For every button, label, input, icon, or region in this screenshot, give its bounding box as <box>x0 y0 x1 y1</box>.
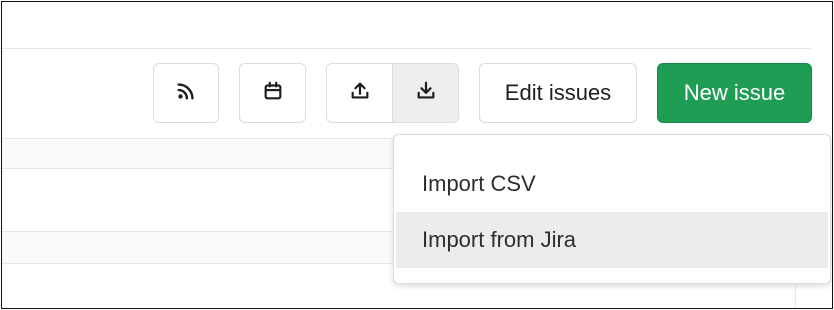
import-button[interactable] <box>392 64 458 122</box>
calendar-icon <box>262 80 284 107</box>
rss-icon <box>175 80 197 107</box>
new-issue-button[interactable]: New issue <box>657 63 812 123</box>
import-csv-menu-item[interactable]: Import CSV <box>396 156 828 212</box>
rss-feed-button[interactable] <box>153 63 219 123</box>
calendar-feed-button[interactable] <box>239 63 306 123</box>
upload-icon <box>349 80 371 107</box>
export-button[interactable] <box>327 64 392 122</box>
edit-issues-button[interactable]: Edit issues <box>479 63 637 123</box>
download-icon <box>415 80 437 107</box>
import-from-jira-menu-item[interactable]: Import from Jira <box>396 212 828 268</box>
divider <box>2 48 811 49</box>
export-import-button-group <box>326 63 459 123</box>
import-dropdown-menu: Import CSV Import from Jira <box>393 134 831 284</box>
issues-page-frame: Edit issues New issue Import CSV Import … <box>1 1 833 309</box>
